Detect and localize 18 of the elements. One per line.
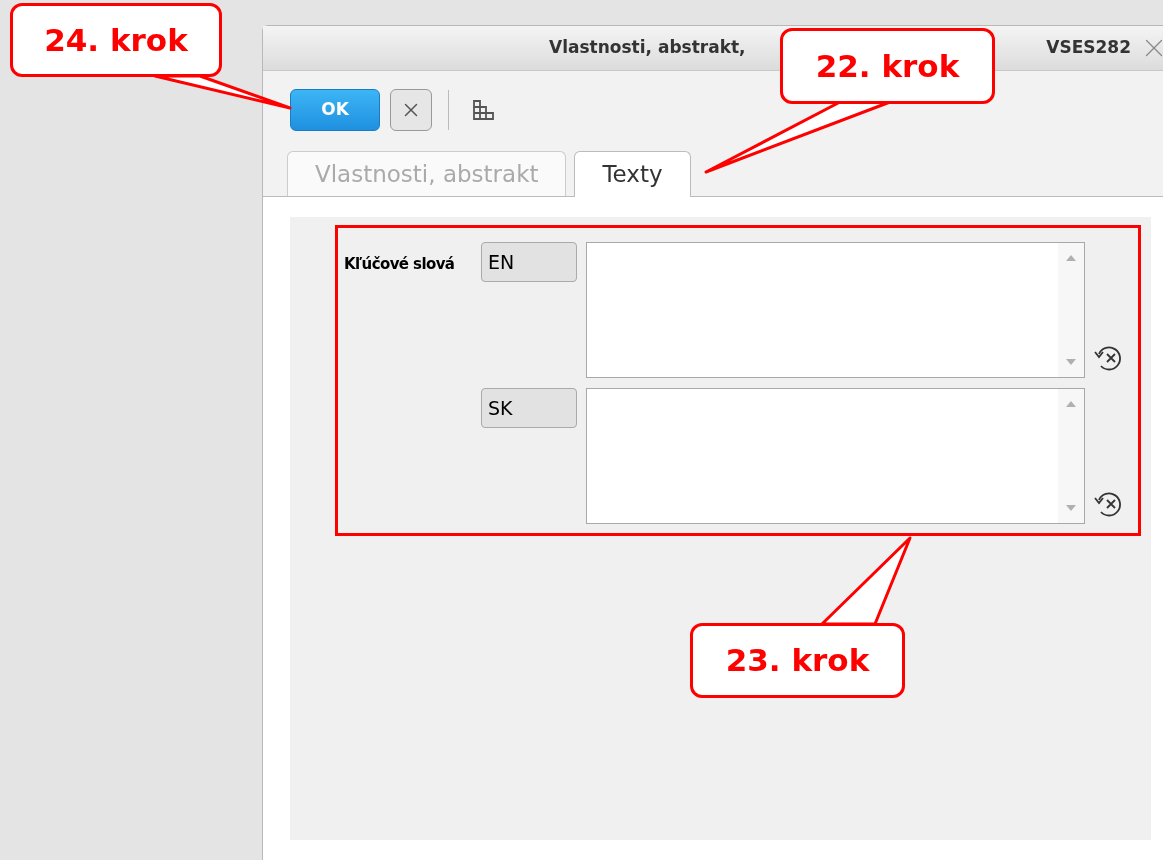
scroll-down-icon[interactable] — [1066, 505, 1076, 511]
language-code: EN — [481, 242, 577, 282]
ok-button[interactable]: OK — [290, 89, 380, 131]
record-code: VSES282 — [1046, 36, 1131, 60]
text-area[interactable] — [586, 388, 1085, 524]
field-label: Kľúčové slová — [344, 255, 455, 273]
cancel-button[interactable] — [390, 89, 432, 131]
scroll-up-icon[interactable] — [1066, 401, 1076, 407]
scroll-down-icon[interactable] — [1066, 359, 1076, 365]
tab[interactable]: Vlastnosti, abstrakt — [287, 151, 567, 196]
step-callout: 22. krok — [780, 28, 995, 104]
grid-icon[interactable] — [471, 97, 497, 123]
text-area[interactable] — [586, 242, 1085, 378]
step-callout: 23. krok — [690, 623, 905, 698]
tab[interactable]: Texty — [574, 151, 691, 197]
language-code: SK — [481, 388, 577, 428]
scroll-up-icon[interactable] — [1066, 255, 1076, 261]
window-title: Vlastnosti, abstrakt, — [549, 36, 746, 60]
